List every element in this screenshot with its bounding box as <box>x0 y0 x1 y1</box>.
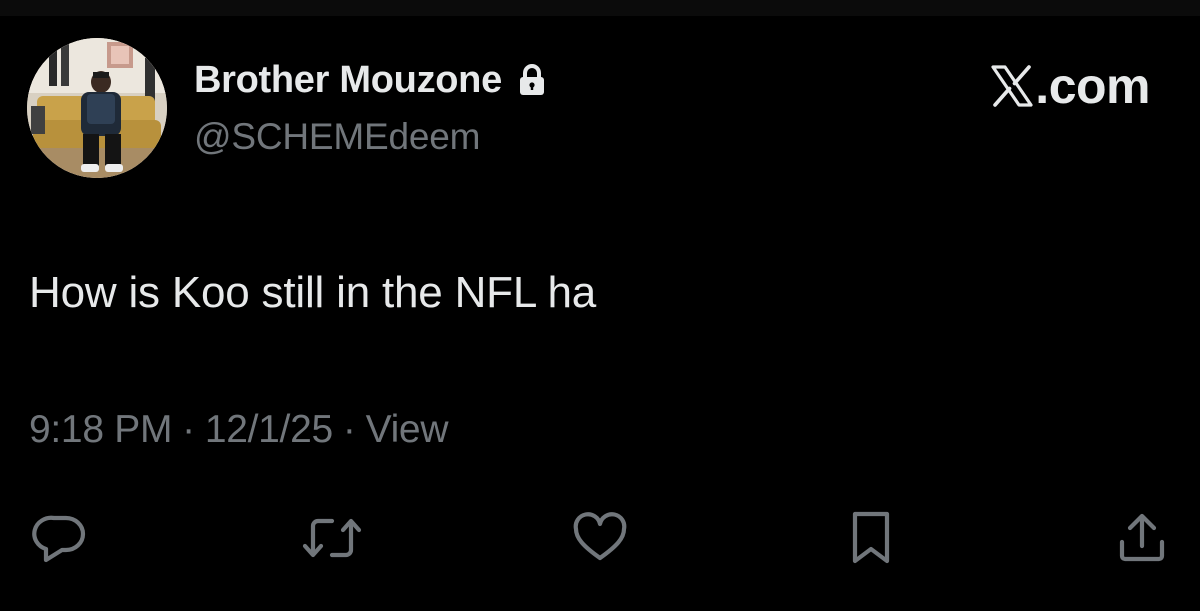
heart-icon <box>571 512 629 564</box>
avatar[interactable] <box>27 38 167 178</box>
like-button[interactable] <box>570 508 630 568</box>
meta-separator: · <box>342 408 356 451</box>
reply-icon <box>32 512 88 564</box>
bookmark-icon <box>849 510 893 566</box>
bookmark-button[interactable] <box>841 508 901 568</box>
retweet-button[interactable] <box>302 508 362 568</box>
tweet-text: How is Koo still in the NFL ha <box>29 268 597 317</box>
lock-icon <box>516 63 548 97</box>
tweet-time[interactable]: 9:18 PM <box>29 408 172 451</box>
avatar-photo <box>27 38 167 178</box>
x-logo-icon <box>991 65 1033 107</box>
brand-watermark: .com <box>991 58 1150 114</box>
views-link[interactable]: View <box>366 408 449 451</box>
user-handle[interactable]: @SCHEMEdeem <box>194 116 480 158</box>
reply-button[interactable] <box>30 508 90 568</box>
tweet-meta: 9:18 PM · 12/1/25 · View <box>29 408 449 452</box>
top-strip <box>0 0 1200 16</box>
share-icon <box>1116 512 1168 564</box>
brand-text: .com <box>1035 58 1150 114</box>
meta-separator: · <box>182 408 195 451</box>
display-name-row: Brother Mouzone <box>194 56 548 104</box>
display-name[interactable]: Brother Mouzone <box>194 59 502 102</box>
tweet-date[interactable]: 12/1/25 <box>205 408 333 451</box>
share-button[interactable] <box>1112 508 1172 568</box>
retweet-icon <box>302 512 362 564</box>
